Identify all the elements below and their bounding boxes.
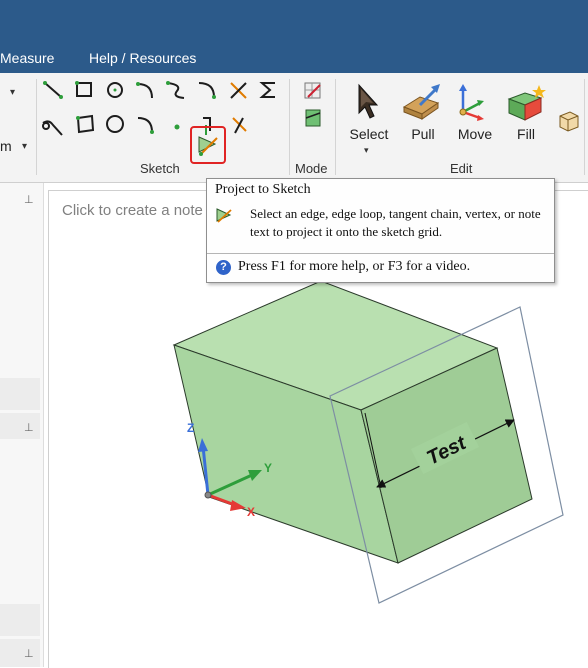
project-to-sketch-icon: [216, 208, 232, 223]
tooltip-divider: [207, 253, 554, 254]
tooltip-description: Select an edge, edge loop, tangent chain…: [250, 206, 541, 239]
tooltip-title: Project to Sketch: [215, 182, 311, 197]
help-icon: ?: [216, 260, 231, 275]
axis-y-label: Y: [264, 461, 272, 475]
tooltip-help-text: Press F1 for more help, or F3 for a vide…: [238, 259, 471, 274]
axis-x-label: X: [247, 505, 255, 519]
tooltip: Project to Sketch Select an edge, edge l…: [206, 178, 555, 283]
axis-z-label: Z: [187, 421, 194, 435]
3d-model: Test Z Y X: [172, 280, 564, 604]
